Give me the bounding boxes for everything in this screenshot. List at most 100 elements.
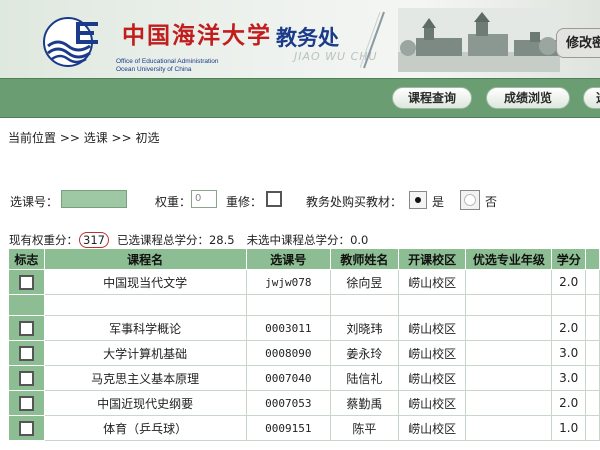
- textbook-yes-radio[interactable]: [409, 191, 427, 209]
- row-flag-cell: [8, 340, 45, 366]
- english-name-line2: Ocean University of China: [116, 66, 192, 73]
- teacher-cell: 刘晓玮: [330, 315, 399, 341]
- course-id-cell: 0009151: [245, 415, 332, 441]
- credit-summary: 现有权重分： 317 已选课程总学分：28.5 未选中课程总学分：0.0: [9, 232, 368, 248]
- row-select-checkbox[interactable]: [18, 274, 34, 290]
- major-cell: [465, 294, 553, 316]
- course-id-cell: 0007053: [245, 390, 332, 416]
- row-select-checkbox[interactable]: [18, 320, 34, 336]
- course-name-cell: [43, 294, 247, 316]
- campus-cell: 崂山校区: [397, 415, 467, 441]
- extra-cell: [585, 315, 600, 341]
- unselected-credits-value: 0.0: [350, 233, 369, 247]
- teacher-cell: 陆信礼: [330, 365, 399, 391]
- textbook-no-label: 否: [485, 195, 498, 209]
- course-query-button[interactable]: 课程查询: [392, 87, 472, 109]
- table-row: 军事科学概论 0003011 刘晓玮 崂山校区 2.0: [8, 315, 600, 341]
- table-header-row: 标志 课程名 选课号 教师姓名 开课校区 优选专业年级 学分: [8, 248, 600, 270]
- major-cell: [465, 340, 553, 366]
- extra-cell: [585, 365, 600, 391]
- table-row: 大学计算机基础 0008090 姜永玲 崂山校区 3.0: [8, 340, 600, 366]
- header-banner: 中国海洋大学 Office of Educational Administrat…: [0, 0, 600, 78]
- row-flag-cell: [8, 365, 45, 391]
- row-select-checkbox[interactable]: [18, 420, 34, 436]
- weight-input[interactable]: 0: [191, 190, 217, 208]
- selected-credits-label: 已选课程总学分：: [116, 233, 209, 247]
- major-cell: [465, 365, 553, 391]
- nav-bar: 课程查询 成绩浏览 选: [0, 78, 600, 118]
- row-flag-cell: [8, 315, 45, 341]
- radio-selected-dot: [415, 197, 421, 203]
- grade-browse-button[interactable]: 成绩浏览: [486, 87, 570, 109]
- table-row: [8, 294, 600, 316]
- row-flag-cell: [8, 415, 45, 441]
- course-id-input[interactable]: [61, 190, 127, 208]
- table-row: 马克思主义基本原理 0007040 陆信礼 崂山校区 3.0: [8, 365, 600, 391]
- major-cell: [465, 269, 553, 295]
- course-name-cell: 体育（乒乓球）: [43, 415, 247, 441]
- column-header-credits: 学分: [551, 248, 587, 270]
- selected-credits-value: 28.5: [208, 233, 235, 247]
- course-name-cell: 大学计算机基础: [43, 340, 247, 366]
- unselected-credits-label: 未选中课程总学分：: [246, 233, 351, 247]
- column-header-course-name: 课程名: [43, 248, 247, 270]
- breadcrumb: 当前位置 >> 选课 >> 初选: [8, 131, 160, 145]
- university-name: 中国海洋大学: [122, 22, 272, 49]
- decorative-slash-icon: [360, 11, 385, 69]
- credit-cell: 2.0: [551, 390, 587, 416]
- major-cell: [465, 415, 553, 441]
- course-id-cell: 0008090: [245, 340, 332, 366]
- row-flag-cell: [8, 269, 45, 295]
- course-name-cell: 马克思主义基本原理: [43, 365, 247, 391]
- course-id-label: 选课号：: [10, 195, 59, 209]
- weight-label: 权重：: [155, 195, 192, 209]
- teacher-cell: 徐向昱: [330, 269, 399, 295]
- campus-cell: 崂山校区: [397, 269, 467, 295]
- campus-cell: 崂山校区: [397, 390, 467, 416]
- campus-cell: 崂山校区: [397, 365, 467, 391]
- weight-score-value: 317: [79, 232, 109, 248]
- column-header-flag: 标志: [8, 248, 45, 270]
- major-cell: [465, 315, 553, 341]
- textbook-yes-label: 是: [432, 195, 445, 209]
- row-flag-cell: [8, 390, 45, 416]
- table-row: 体育（乒乓球） 0009151 陈平 崂山校区 1.0: [8, 415, 600, 441]
- course-name-cell: 中国现当代文学: [43, 269, 247, 295]
- credit-cell: 2.0: [551, 315, 587, 341]
- column-header-teacher: 教师姓名: [330, 248, 399, 270]
- table-row: 中国现当代文学 jwjw078 徐向昱 崂山校区 2.0: [8, 269, 600, 295]
- campus-cell: [397, 294, 467, 316]
- course-name-cell: 中国近现代史纲要: [43, 390, 247, 416]
- course-name-cell: 军事科学概论: [43, 315, 247, 341]
- row-flag-cell: [8, 294, 45, 316]
- textbook-no-radio[interactable]: [460, 190, 480, 210]
- extra-cell: [585, 390, 600, 416]
- campus-cell: 崂山校区: [397, 315, 467, 341]
- row-select-checkbox[interactable]: [18, 395, 34, 411]
- teacher-cell: [330, 294, 399, 316]
- campus-building-image: [398, 8, 560, 72]
- row-select-checkbox[interactable]: [18, 370, 34, 386]
- row-select-checkbox[interactable]: [18, 345, 34, 361]
- column-header-campus: 开课校区: [397, 248, 467, 270]
- retake-checkbox[interactable]: [266, 191, 282, 207]
- teacher-cell: 蔡勤禹: [330, 390, 399, 416]
- radio-empty-circle: [464, 194, 476, 206]
- course-selection-button[interactable]: 选: [583, 87, 600, 109]
- course-id-cell: jwjw078: [245, 269, 332, 295]
- extra-cell: [585, 269, 600, 295]
- credit-cell: 3.0: [551, 340, 587, 366]
- modify-password-button[interactable]: 修改密: [556, 28, 600, 58]
- weight-score-label: 现有权重分：: [9, 233, 78, 247]
- course-id-cell: 0007040: [245, 365, 332, 391]
- campus-cell: 崂山校区: [397, 340, 467, 366]
- table-row: 中国近现代史纲要 0007053 蔡勤禹 崂山校区 2.0: [8, 390, 600, 416]
- course-id-cell: 0003011: [245, 315, 332, 341]
- department-name: 教务处: [276, 26, 339, 50]
- university-logo-icon: [43, 17, 98, 67]
- credit-cell: [551, 294, 587, 316]
- extra-cell: [585, 415, 600, 441]
- course-id-cell: [245, 294, 332, 316]
- retake-label: 重修：: [226, 195, 263, 209]
- extra-cell: [585, 294, 600, 316]
